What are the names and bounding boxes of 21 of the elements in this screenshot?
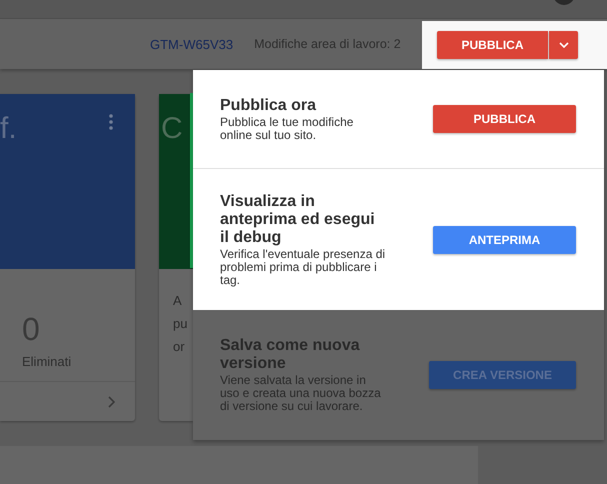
menu-item-description: Verifica l'eventuale presenza di problemi prima di pubblicare i tag.: [220, 248, 386, 286]
chevron-right-icon[interactable]: [108, 396, 115, 408]
count-label: Eliminati: [22, 354, 72, 369]
menu-item-title: Visualizza in anteprima ed esegui il debug: [220, 192, 376, 246]
menu-item-title: Salva come nuova versione: [220, 337, 361, 373]
card-title: f.: [0, 112, 17, 146]
publish-button[interactable]: PUBBLICA: [437, 31, 548, 59]
card-text: pu: [173, 315, 188, 333]
avatar-icon[interactable]: [553, 0, 575, 6]
menu-item-description: Pubblica le tue modifiche online sul tuo sito.: [220, 116, 354, 142]
menu-action-button[interactable]: PUBBLICA: [433, 105, 576, 133]
chevron-down-icon: [558, 42, 568, 48]
card-title: C: [161, 112, 183, 146]
card-text: A: [173, 292, 183, 310]
container-id-link[interactable]: GTM-W65V33: [150, 36, 234, 52]
more-icon[interactable]: [109, 114, 113, 130]
publish-dropdown-button[interactable]: [549, 31, 578, 59]
card-text: or: [173, 338, 186, 356]
menu-item-description: Viene salvata la versione in uso e creata una nuova bozza di versione su cui lavorare.: [220, 374, 382, 413]
menu-action-button[interactable]: ANTEPRIMA: [433, 226, 576, 254]
menu-item-title: Pubblica ora: [220, 96, 318, 114]
